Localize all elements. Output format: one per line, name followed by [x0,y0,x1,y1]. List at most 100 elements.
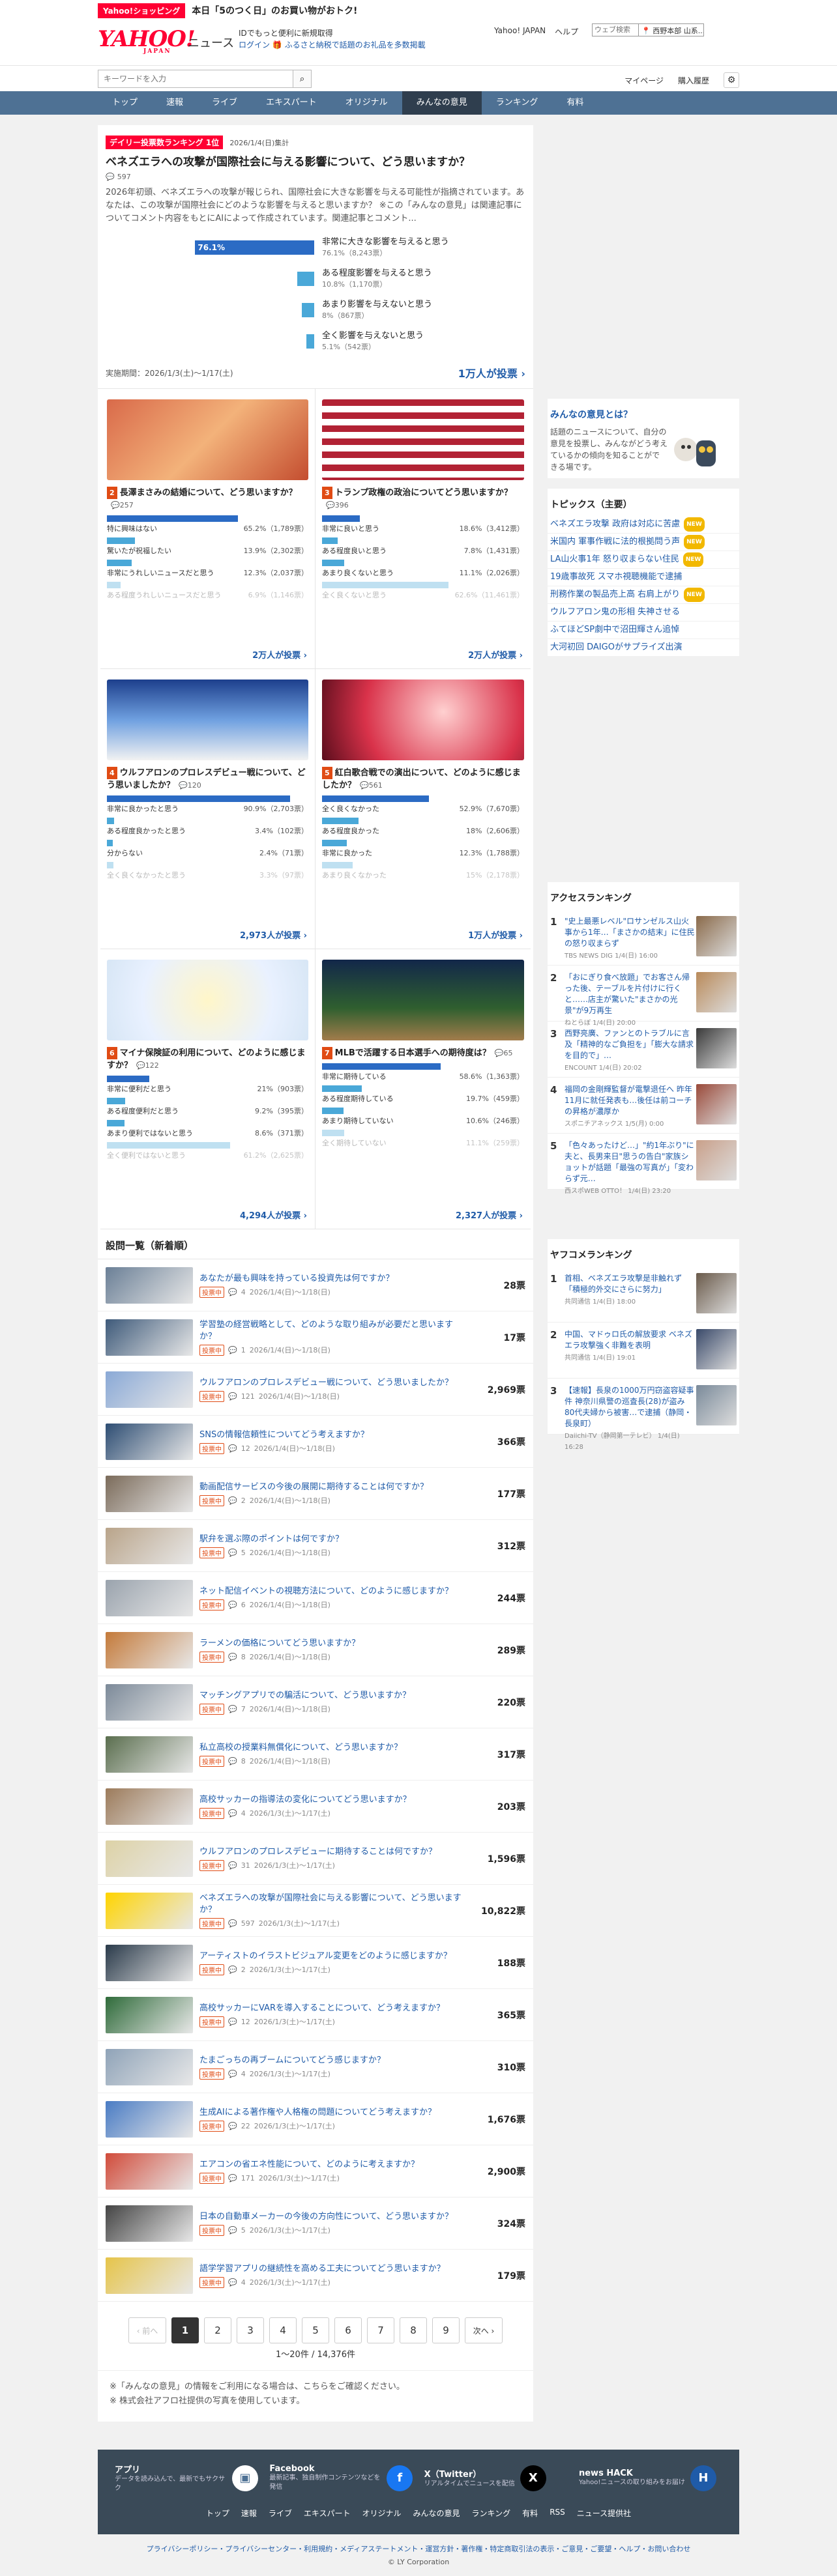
list-item[interactable]: ウルフアロンのプロレスデビュー戦について、どう思いましたか？ 投票中 💬 121 202… [98,1364,533,1416]
poll-comment-count[interactable]: 💬122 [136,1061,159,1070]
poll-option[interactable]: ある程度便利だと思う 9.2%（395票） [107,1098,308,1116]
ranking-thumbnail[interactable] [696,1028,737,1068]
nav-paid[interactable]: 有料 [552,91,598,115]
nav-live[interactable]: ライブ [198,91,252,115]
poll-thumbnail[interactable] [107,399,308,480]
poll-option[interactable]: 全く良くなかったと思う 3.3%（97票） [107,862,308,880]
page-5[interactable]: 5 [302,2317,329,2343]
poll-option[interactable]: 非常に便利だと思う 21%（903票） [107,1076,308,1094]
poll-option[interactable]: あまり便利ではないと思う 8.6%（371票） [107,1120,308,1138]
topic-item[interactable]: ふてほどSP劇中で沼田輝さん追悼 [548,622,739,639]
list-thumbnail[interactable] [106,1475,193,1512]
footer-col[interactable]: アプリ データを読み込んで、最新でもサクサク ▣ [115,2463,258,2493]
newshack-icon[interactable]: H [690,2465,716,2491]
next-page[interactable]: 次へ › [465,2317,503,2343]
footer-col[interactable]: Facebook 最新記事、独自制作コンテンツなどを発信 f [269,2463,413,2493]
list-question[interactable]: 語学学習アプリの継続性を高める工夫についてどう思いますか？ [199,2263,467,2275]
topic-item[interactable]: 刑務作業の製品売上高 右肩上がり NEW [548,586,739,604]
poll-option[interactable]: 全く便利ではないと思う 61.2%（2,625票） [107,1142,308,1160]
footer-link[interactable]: みんなの意見 [413,2508,460,2519]
mypage-link[interactable]: マイページ [624,75,664,86]
poll-comment-count[interactable]: 💬257 [111,501,134,509]
list-item[interactable]: エアコンの省エネ性能について、どのように考えますか？ 投票中 💬 171 2026/1/… [98,2145,533,2197]
poll-question[interactable]: 2 長澤まさみの結婚について、どう思いますか？ 💬257 [107,487,308,511]
search-button[interactable]: ⌕ [293,70,312,88]
list-question[interactable]: あなたが最も興味を持っている投資先は何ですか？ [199,1273,467,1285]
list-question[interactable]: アーティストのイラストビジュアル変更をどのように感じますか？ [199,1951,467,1962]
list-thumbnail[interactable] [106,1371,193,1408]
list-question[interactable]: ネット配信イベントの視聴方法について、どのように感じますか？ [199,1586,467,1597]
list-thumbnail[interactable] [106,1683,193,1721]
poll-thumbnail[interactable] [322,399,524,480]
poll-option[interactable]: 非常にうれしいニュースだと思う 12.3%（2,037票） [107,560,308,578]
list-item[interactable]: マッチングアプリでの騙活について、どう思いますか？ 投票中 💬 7 2026/1/4(日… [98,1676,533,1728]
promo-text[interactable]: 本日「5のつく日」のお買い物がおトク! [192,4,357,17]
poll-option[interactable]: あまり良くなかった 15%（2,178票） [322,862,524,880]
featured-option[interactable]: ある程度影響を与えると思う 10.8%（1,170票） [158,263,525,294]
featured-option[interactable]: あまり影響を与えないと思う 8%（867票） [158,294,525,326]
topic-item[interactable]: ベネズエラ攻撃 政府は対応に苦慮 NEW [548,516,739,534]
list-question[interactable]: 日本の自動車メーカーの今後の方向性について、どう思いますか？ [199,2211,467,2223]
footer-link[interactable]: ニュース提供社 [577,2508,631,2519]
list-question[interactable]: 高校サッカーにVARを導入することについて、どう考えますか？ [199,2003,467,2014]
nav-breaking[interactable]: 速報 [152,91,198,115]
list-thumbnail[interactable] [106,1423,193,1460]
list-item[interactable]: アーティストのイラストビジュアル変更をどのように感じますか？ 投票中 💬 2 2026/… [98,1937,533,1989]
page-9[interactable]: 9 [432,2317,460,2343]
poll-option[interactable]: 非常に良いと思う 18.6%（3,412票） [322,515,524,534]
poll-option[interactable]: 全く期待していない 11.1%（259票） [322,1130,524,1148]
signup-link[interactable]: IDでもっと便利に新規取得 [239,27,426,39]
ranking-item[interactable]: 3 【速報】長泉の1000万円窃盗容疑事件 神奈川県警の巡査長(28)が盗み 80… [548,1379,739,1451]
ranking-thumbnail[interactable] [696,1329,737,1369]
poll-comment-count[interactable]: 💬65 [495,1049,513,1057]
featured-question[interactable]: ベネズエラへの攻撃が国際社会に与える影響について、どう思いますか？ [106,154,525,170]
list-question[interactable]: 動画配信サービスの今後の展開に期待することは何ですか？ [199,1481,467,1493]
footer-link[interactable]: エキスパート [304,2508,351,2519]
poll-option[interactable]: ある程度良いと思う 7.8%（1,431票） [322,537,524,556]
footer-link[interactable]: ランキング [472,2508,511,2519]
ranking-item[interactable]: 1 首相、ベネズエラ攻撃是非触れず「積極的外交にさらに努力」 共同通信 1/4(日)… [548,1267,739,1323]
topic-item[interactable]: 19歳事故死 スマホ視聴機能で逮捕 [548,569,739,586]
ranking-item[interactable]: 4 福岡の金剛輝監督が電撃退任へ 昨年11月に就任発表も…後任は前コーチの昇格が濃… [548,1078,739,1134]
ranking-item[interactable]: 3 西野亮廣、ファンとのトラブルに言及「精神的なご負担を」「膨大な請求を目的で」…… [548,1022,739,1078]
list-question[interactable]: SNSの情報信頼性についてどう考えますか？ [199,1429,467,1441]
footer-link[interactable]: 有料 [522,2508,538,2519]
list-item[interactable]: 日本の自動車メーカーの今後の方向性について、どう思いますか？ 投票中 💬 5 2026/… [98,2197,533,2250]
topic-item[interactable]: LA山火事1年 怒り収まらない住民 NEW [548,551,739,569]
footer-link[interactable]: RSS [550,2508,565,2519]
ranking-item[interactable]: 2 「おにぎり食べ放題」でお客さん帰った後、テーブルを片付けに行くと……店主が驚い… [548,966,739,1027]
comment-count[interactable]: 💬 597 [106,173,525,181]
poll-option[interactable]: ある程度良かった 18%（2,606票） [322,818,524,836]
list-item[interactable]: ネット配信イベントの視聴方法について、どのように感じますか？ 投票中 💬 6 2026/… [98,1572,533,1624]
poll-option[interactable]: 全く良くないと思う 62.6%（11,461票） [322,582,524,600]
poll-comment-count[interactable]: 💬396 [326,501,349,509]
help-link[interactable]: ヘルプ [555,26,578,37]
list-item[interactable]: ラーメンの価格についてどう思いますか？ 投票中 💬 8 2026/1/4(日)〜1/18… [98,1624,533,1676]
poll-question[interactable]: 6 マイナ保険証の利用について、どのように感じますか？ 💬122 [107,1047,308,1072]
ranking-thumbnail[interactable] [696,1273,737,1313]
list-item[interactable]: 動画配信サービスの今後の展開に期待することは何ですか？ 投票中 💬 2 2026/1/4… [98,1468,533,1520]
topics-title[interactable]: トピックス（主要） [548,489,739,516]
footer-link[interactable]: トップ [206,2508,229,2519]
yafoco-title[interactable]: ヤフコメランキング [548,1239,739,1267]
poll-total[interactable]: 2,327人が投票 › [456,1209,523,1221]
page-7[interactable]: 7 [367,2317,394,2343]
list-item[interactable]: あなたが最も興味を持っている投資先は何ですか？ 投票中 💬 4 2026/1/4(日)〜… [98,1259,533,1311]
list-thumbnail[interactable] [106,1788,193,1825]
poll-option[interactable]: ある程度良かったと思う 3.4%（102票） [107,818,308,836]
list-thumbnail[interactable] [106,1631,193,1668]
poll-total[interactable]: 4,294人が投票 › [240,1209,307,1221]
ranking-item[interactable]: 5 「色々あったけど…」"約1年ぶり"に夫と、長男来日"思うの告白"家族ショットが… [548,1134,739,1195]
list-question[interactable]: 駅弁を選ぶ際のポイントは何ですか？ [199,1534,467,1545]
list-thumbnail[interactable] [106,1944,193,1981]
footer-link[interactable]: ライブ [269,2508,292,2519]
poll-total[interactable]: 2万人が投票 › [468,648,523,661]
poll-option[interactable]: 特に興味はない 65.2%（1,789票） [107,515,308,534]
poll-total[interactable]: 2万人が投票 › [252,648,307,661]
poll-comment-count[interactable]: 💬120 [179,781,201,790]
list-thumbnail[interactable] [106,1736,193,1773]
prev-page[interactable]: ‹ 前へ [128,2317,166,2343]
page-6[interactable]: 6 [334,2317,362,2343]
nav-opinions[interactable]: みんなの意見 [402,91,482,115]
keyword-input[interactable] [98,70,293,88]
